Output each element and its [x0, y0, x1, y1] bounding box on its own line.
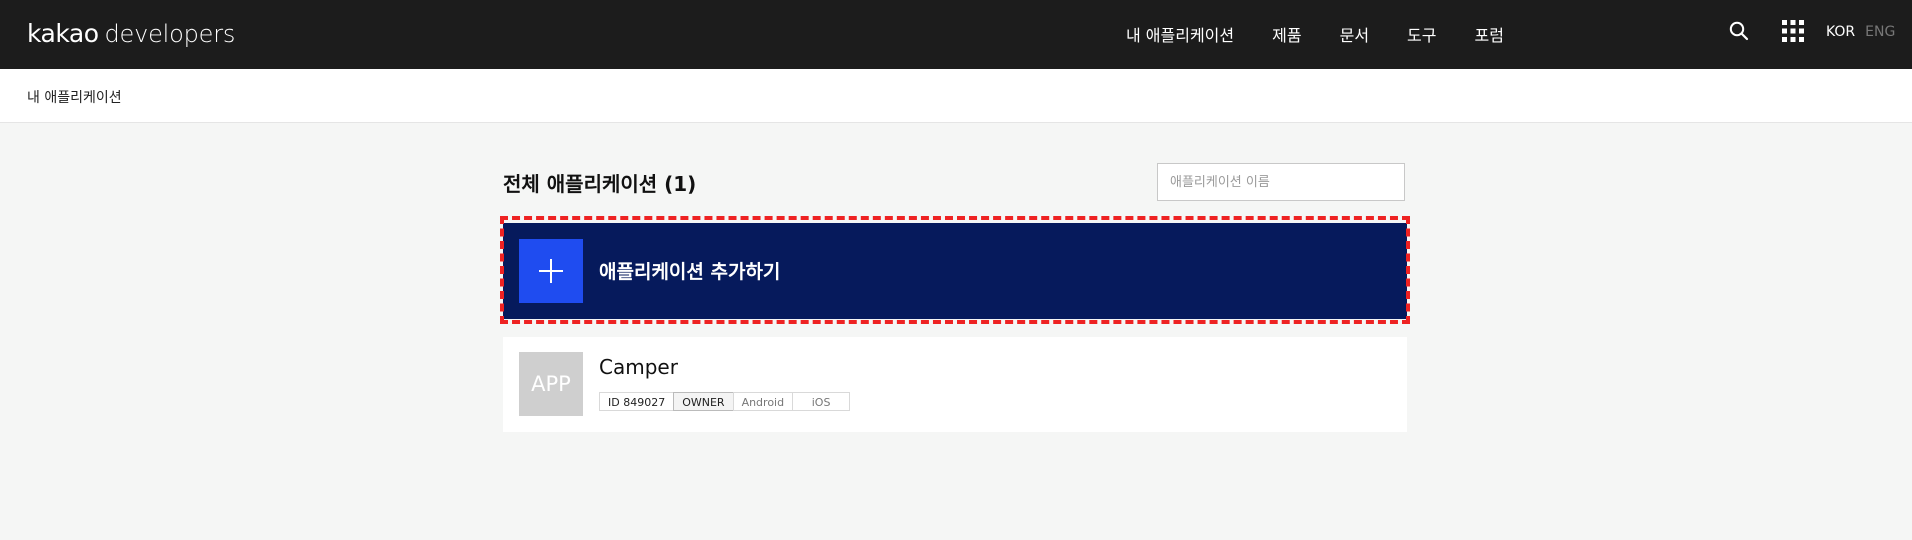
apps-grid-icon[interactable] [1782, 20, 1804, 42]
language-switch: KOR ENG [1826, 24, 1895, 40]
owner-badge: OWNER [673, 392, 734, 411]
android-badge: Android [732, 392, 794, 411]
nav-products[interactable]: 제품 [1272, 22, 1301, 46]
logo-brand: kakao [27, 19, 99, 48]
top-header: kakao developers 내 애플리케이션 제품 문서 도구 포럼 KO… [0, 0, 1912, 69]
ios-badge: iOS [792, 392, 851, 411]
breadcrumb-bar: 내 애플리케이션 [0, 69, 1912, 123]
lang-eng[interactable]: ENG [1865, 24, 1895, 40]
app-tags: ID 849027 OWNER Android iOS [599, 392, 851, 411]
main-nav: 내 애플리케이션 제품 문서 도구 포럼 [1126, 22, 1542, 46]
app-id-badge: ID 849027 [599, 392, 675, 411]
nav-forum[interactable]: 포럼 [1475, 22, 1504, 46]
plus-icon [519, 239, 583, 303]
header-icons [1728, 20, 1822, 42]
search-icon[interactable] [1728, 20, 1750, 42]
add-application-label: 애플리케이션 추가하기 [599, 261, 781, 283]
app-search-box [1157, 163, 1405, 201]
nav-tools[interactable]: 도구 [1407, 22, 1436, 46]
app-card[interactable]: APP Camper ID 849027 OWNER Android iOS [503, 337, 1407, 432]
app-search-input[interactable] [1158, 164, 1404, 200]
breadcrumb[interactable]: 내 애플리케이션 [27, 87, 122, 107]
nav-my-apps[interactable]: 내 애플리케이션 [1126, 22, 1234, 46]
add-application-button[interactable]: 애플리케이션 추가하기 [503, 223, 1407, 319]
app-thumbnail: APP [519, 352, 583, 416]
app-name: Camper [599, 355, 678, 379]
lang-kor[interactable]: KOR [1826, 24, 1855, 40]
nav-docs[interactable]: 문서 [1340, 22, 1369, 46]
logo-product: developers [104, 20, 236, 48]
kakao-developers-logo[interactable]: kakao developers [27, 19, 235, 49]
page-title: 전체 애플리케이션 (1) [503, 172, 697, 196]
